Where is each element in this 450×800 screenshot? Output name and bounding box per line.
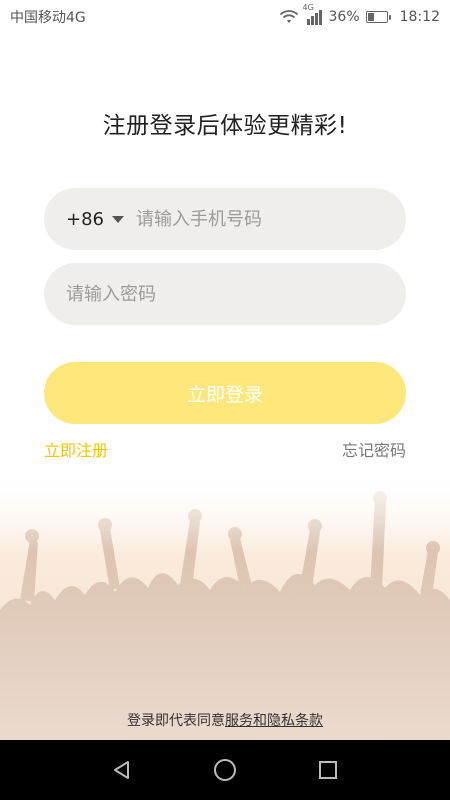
battery-icon [365,11,391,23]
forgot-password-link[interactable]: 忘记密码 [342,437,406,461]
back-icon[interactable] [102,750,142,790]
status-bar: 中国移动4G 4G 36% 18:12 [0,0,450,34]
status-left: 中国移动4G [10,7,86,27]
carrier-label: 中国移动4G [10,10,86,26]
system-nav-bar [0,740,450,800]
login-button[interactable]: 立即登录 [44,362,406,424]
home-icon[interactable] [205,750,245,790]
network-label: 4G [302,3,314,12]
password-input[interactable] [66,283,384,305]
page-title: 注册登录后体验更精彩! [102,113,348,139]
caret-down-icon [112,215,124,223]
wifi-icon [279,9,299,25]
agreement-prefix: 登录即代表同意 [127,713,225,729]
concert-background-image [0,470,450,740]
signal-icon: 4G [303,3,323,25]
recents-icon[interactable] [308,750,348,790]
terms-link[interactable]: 服务和隐私条款 [225,713,323,729]
country-code-label: +86 [66,208,104,230]
clock: 18:12 [399,9,440,25]
phone-field: +86 [44,188,406,250]
battery-fill [367,13,375,21]
password-field [44,263,406,325]
battery-percent: 36% [328,9,360,25]
status-right: 4G 36% 18:12 [279,3,440,25]
agreement-text: 登录即代表同意服务和隐私条款 [0,710,450,730]
phone-input[interactable] [136,208,384,230]
country-code-selector[interactable]: +86 [66,209,124,230]
register-link[interactable]: 立即注册 [44,437,108,461]
